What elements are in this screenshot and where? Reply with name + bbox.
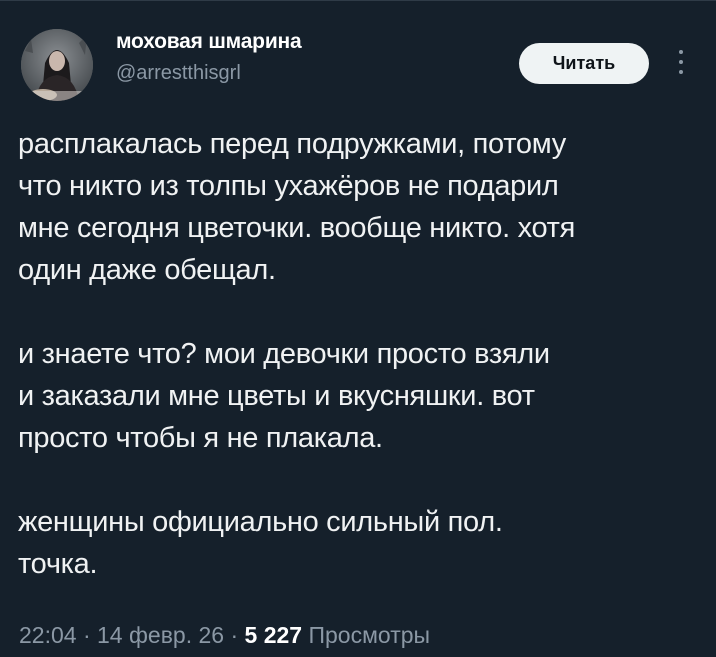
more-dot [679,60,683,64]
tweet-text: расплакалась перед подружками, потому чт… [18,123,708,585]
avatar[interactable] [21,29,93,101]
tweet-line: точка. [18,548,98,580]
tweet-line: один даже обещал. [18,254,276,286]
tweet-date[interactable]: 14 февр. 26 [97,622,224,648]
tweet-time[interactable]: 22:04 [19,622,77,648]
meta-separator: · [230,622,239,648]
tweet-line: и заказали мне цветы и вкусняшки. вот [18,380,535,412]
tweet-header: моховая шмарина @arrestthisgrl Читать [0,0,716,110]
tweet-line: и знаете что? мои девочки просто взяли [18,338,550,370]
tweet-line: женщины официально сильный пол. [18,506,503,538]
tweet-line: расплакалась перед подружками, потому [18,128,566,160]
tweet-paragraph: расплакалась перед подружками, потому чт… [18,123,708,291]
views-label: Просмотры [308,622,431,648]
tweet-paragraph: и знаете что? мои девочки просто взяли и… [18,333,708,459]
tweet-line: мне сегодня цветочки. вообще никто. хотя [18,212,576,244]
more-dot [679,70,683,74]
tweet-line: просто чтобы я не плакала. [18,422,383,454]
tweet-line: что никто из толпы ухажёров не подарил [18,170,559,202]
more-dot [679,50,683,54]
author-display-name[interactable]: моховая шмарина [116,30,302,54]
author-handle[interactable]: @arrestthisgrl [116,62,241,85]
meta-separator: · [82,622,91,648]
follow-button[interactable]: Читать [519,43,649,84]
views-count[interactable]: 5 227 [245,622,303,648]
tweet-paragraph: женщины официально сильный пол. точка. [18,501,708,585]
more-vertical-icon[interactable] [672,47,690,77]
tweet-meta: 22:04 · 14 февр. 26 · 5 227 Просмотры [19,622,430,649]
